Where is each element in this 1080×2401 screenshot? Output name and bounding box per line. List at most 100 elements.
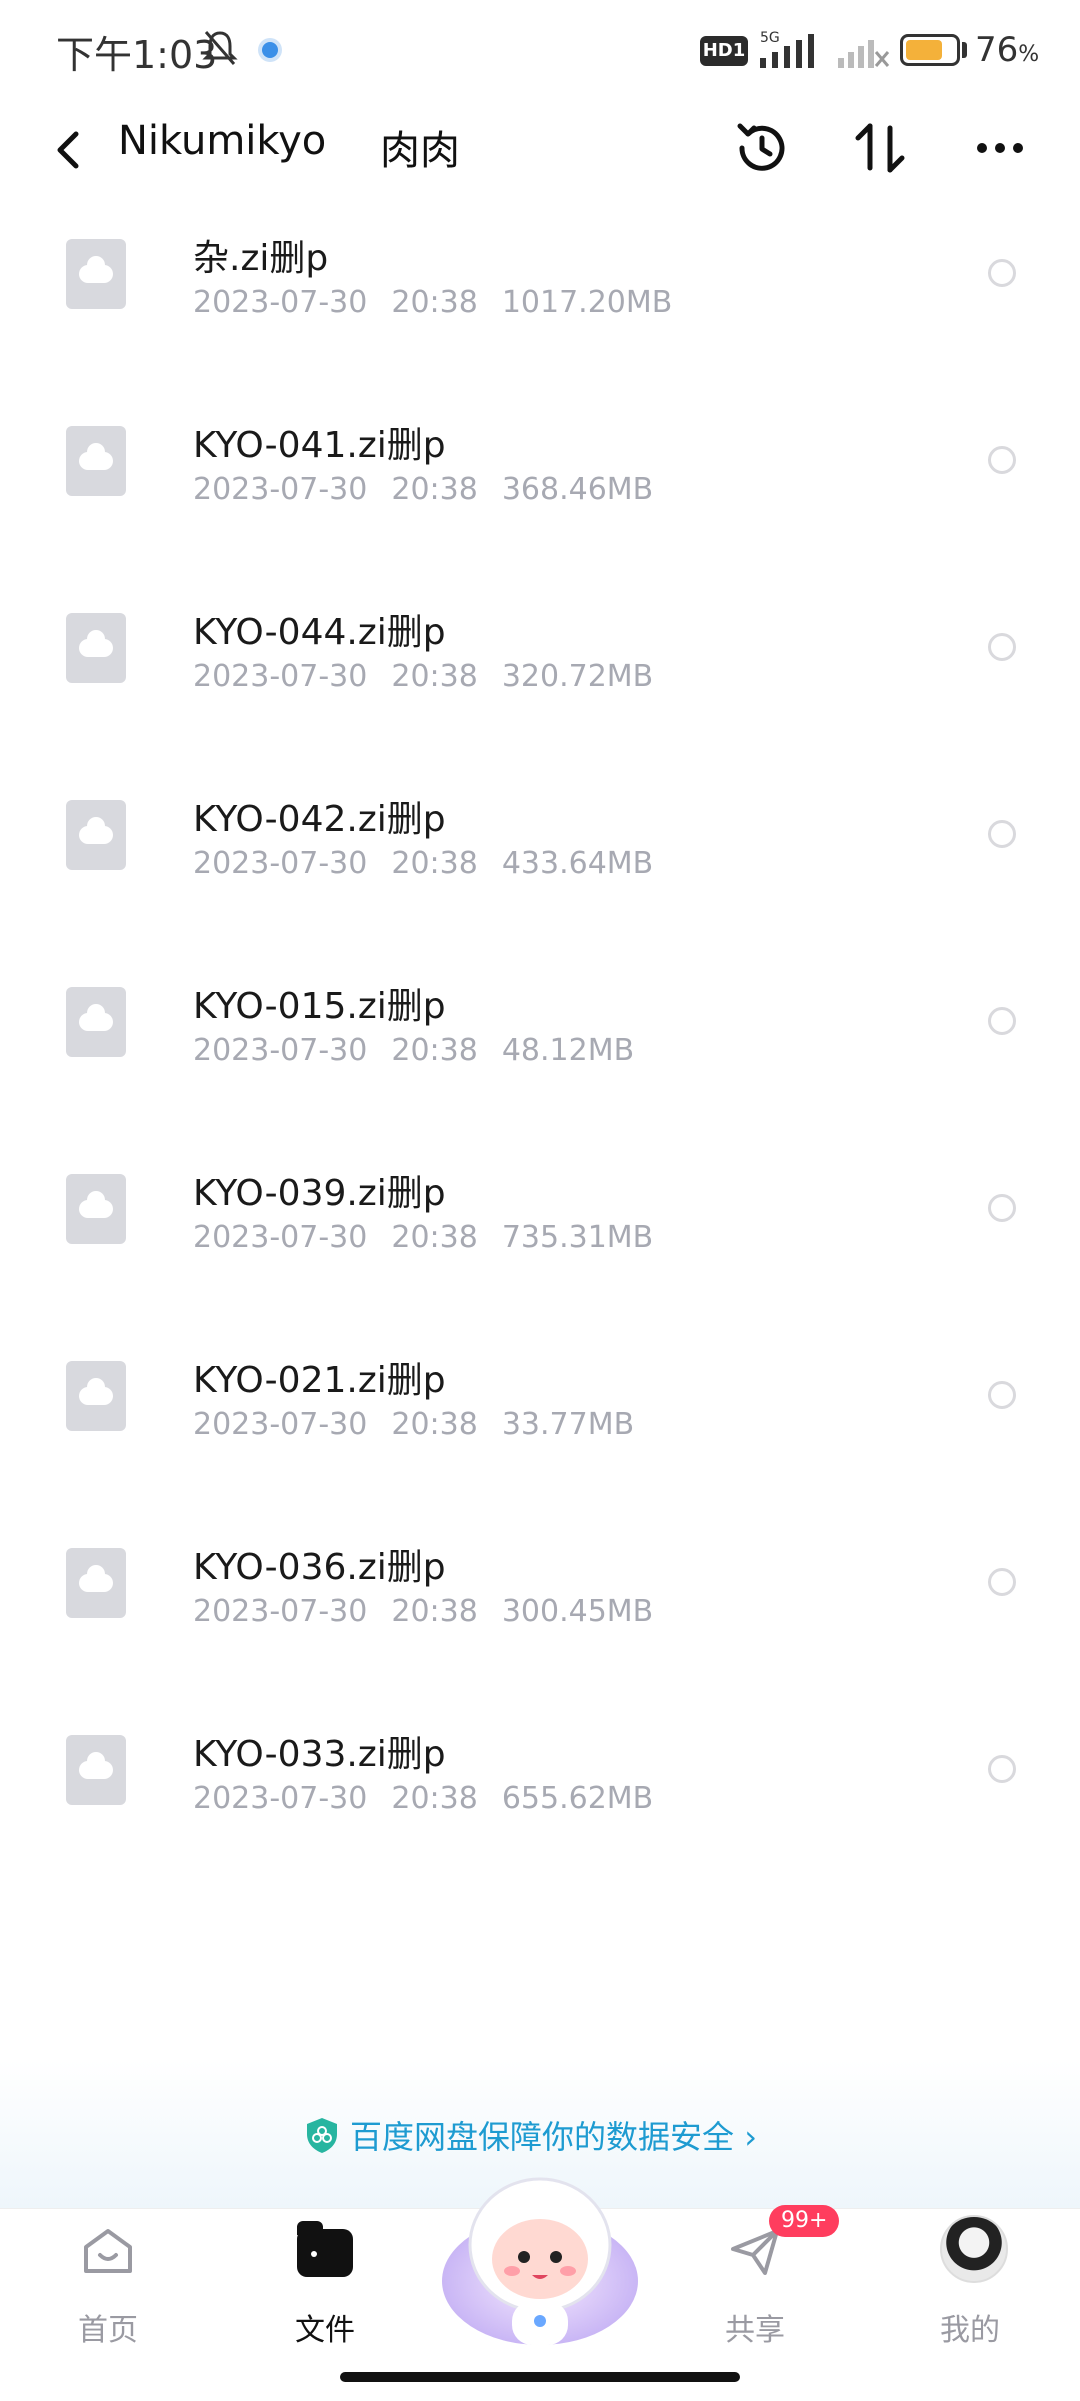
file-row[interactable]: KYO-036.zi删p 2023-07-30 20:38 300.45MB [0, 1498, 1080, 1685]
signal-5g-icon: 5G [760, 30, 814, 68]
file-name: KYO-044.zi删p [193, 612, 446, 653]
cloud-file-icon [66, 426, 126, 496]
file-date: 2023-07-30 [193, 1407, 368, 1442]
battery-icon [900, 34, 960, 66]
file-date: 2023-07-30 [193, 1220, 368, 1255]
file-meta: 2023-07-30 20:38 48.12MB [193, 1033, 658, 1068]
file-date: 2023-07-30 [193, 659, 368, 694]
notification-dot-icon [262, 42, 278, 58]
battery-fill [906, 40, 942, 60]
share-badge: 99+ [769, 2205, 840, 2237]
file-name: KYO-015.zi删p [193, 986, 446, 1027]
file-time: 20:38 [391, 1781, 478, 1816]
home-icon [84, 2229, 132, 2273]
shield-icon [307, 2118, 337, 2153]
file-date: 2023-07-30 [193, 1781, 368, 1816]
svg-text:5G: 5G [760, 30, 780, 46]
file-name: KYO-042.zi删p [193, 799, 446, 840]
nav-share[interactable]: 99+ 共享 [685, 2205, 840, 2359]
status-bar: 下午1:03 HD1 5G 76% [0, 0, 1080, 100]
file-size: 300.45MB [501, 1594, 654, 1629]
home-indicator [340, 2372, 740, 2382]
hd-indicator: HD1 [700, 36, 748, 66]
select-radio[interactable] [988, 446, 1016, 474]
file-row[interactable]: KYO-042.zi删p 2023-07-30 20:38 433.64MB [0, 750, 1080, 937]
file-row[interactable]: KYO-033.zi删p 2023-07-30 20:38 655.62MB [0, 1685, 1080, 1872]
file-time: 20:38 [391, 472, 478, 507]
file-time: 20:38 [391, 1220, 478, 1255]
select-radio[interactable] [988, 259, 1016, 287]
file-size: 368.46MB [501, 472, 654, 507]
file-size: 433.64MB [501, 846, 654, 881]
select-radio[interactable] [988, 1381, 1016, 1409]
file-time: 20:38 [391, 659, 478, 694]
file-row[interactable]: KYO-041.zi删p 2023-07-30 20:38 368.46MB [0, 376, 1080, 563]
file-time: 20:38 [391, 846, 478, 881]
cloud-file-icon [66, 1735, 126, 1805]
file-time: 20:38 [391, 1594, 478, 1629]
file-name: KYO-033.zi删p [193, 1734, 446, 1775]
cloud-file-icon [66, 1548, 126, 1618]
sort-icon[interactable] [850, 118, 910, 178]
cloud-file-icon [66, 987, 126, 1057]
signal-weak-icon [838, 40, 890, 68]
cloud-file-icon [66, 613, 126, 683]
battery-tip [962, 42, 967, 58]
select-radio[interactable] [988, 1755, 1016, 1783]
nav-home[interactable]: 首页 [38, 2209, 178, 2359]
file-row[interactable]: KYO-021.zi删p 2023-07-30 20:38 33.77MB [0, 1311, 1080, 1498]
file-meta: 2023-07-30 20:38 433.64MB [193, 846, 677, 881]
file-meta: 2023-07-30 20:38 1017.20MB [193, 285, 696, 320]
security-banner-text: 百度网盘保障你的数据安全 › [350, 2118, 757, 2156]
file-size: 320.72MB [501, 659, 654, 694]
file-size: 1017.20MB [501, 285, 673, 320]
chevron-right-icon: › [744, 2118, 757, 2156]
status-time: 下午1:03 [56, 33, 218, 77]
avatar [940, 2215, 1008, 2283]
file-size: 33.77MB [501, 1407, 635, 1442]
file-size: 48.12MB [501, 1033, 635, 1068]
select-radio[interactable] [988, 633, 1016, 661]
select-radio[interactable] [988, 1568, 1016, 1596]
file-date: 2023-07-30 [193, 846, 368, 881]
file-date: 2023-07-30 [193, 1033, 368, 1068]
file-row[interactable]: 杂.zi删p 2023-07-30 20:38 1017.20MB [0, 189, 1080, 376]
file-name: 杂.zi删p [193, 238, 329, 279]
file-meta: 2023-07-30 20:38 320.72MB [193, 659, 677, 694]
file-meta: 2023-07-30 20:38 368.46MB [193, 472, 677, 507]
more-icon[interactable] [970, 118, 1030, 178]
file-name: KYO-041.zi删p [193, 425, 446, 466]
file-row[interactable]: KYO-039.zi删p 2023-07-30 20:38 735.31MB [0, 1124, 1080, 1311]
file-name: KYO-021.zi删p [193, 1360, 446, 1401]
file-list[interactable]: 2023-07-3020:38415.69MB杂.zi删p2023-07-302… [0, 130, 1080, 2010]
battery-percent: 76% [975, 30, 1040, 70]
file-row[interactable]: KYO-015.zi删p 2023-07-30 20:38 48.12MB [0, 937, 1080, 1124]
file-size: 735.31MB [501, 1220, 654, 1255]
file-meta: 2023-07-30 20:38 300.45MB [193, 1594, 677, 1629]
file-time: 20:38 [391, 285, 478, 320]
nav-profile-label: 我的 [940, 2313, 1000, 2348]
file-row[interactable]: KYO-044.zi删p 2023-07-30 20:38 320.72MB [0, 563, 1080, 750]
file-meta: 2023-07-30 20:38 33.77MB [193, 1407, 658, 1442]
file-size: 655.62MB [501, 1781, 654, 1816]
select-radio[interactable] [988, 1194, 1016, 1222]
cloud-file-icon [66, 800, 126, 870]
folder-subtitle: 肉肉 [380, 128, 460, 174]
back-icon[interactable] [48, 120, 88, 180]
history-icon[interactable] [732, 118, 792, 178]
cloud-file-icon [66, 1361, 126, 1431]
select-radio[interactable] [988, 1007, 1016, 1035]
nav-home-label: 首页 [78, 2313, 138, 2348]
nav-files[interactable]: 文件 [255, 2209, 395, 2359]
nav-files-label: 文件 [295, 2313, 355, 2348]
file-meta: 2023-07-30 20:38 735.31MB [193, 1220, 677, 1255]
file-time: 20:38 [391, 1033, 478, 1068]
file-name: KYO-039.zi删p [193, 1173, 446, 1214]
file-name: KYO-036.zi删p [193, 1547, 446, 1588]
top-bar: Nikumikyo 肉肉 [0, 100, 1080, 195]
file-date: 2023-07-30 [193, 472, 368, 507]
nav-profile[interactable]: 我的 [900, 2209, 1040, 2359]
mascot-center-button[interactable] [438, 2161, 642, 2365]
select-radio[interactable] [988, 820, 1016, 848]
file-date: 2023-07-30 [193, 285, 368, 320]
